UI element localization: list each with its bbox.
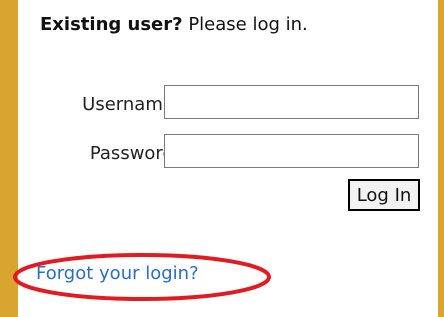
username-input[interactable] <box>164 85 419 119</box>
heading-rest: Please log in. <box>182 14 308 35</box>
login-heading: Existing user? Please log in. <box>40 14 308 35</box>
heading-bold: Existing user? <box>40 14 183 35</box>
login-panel: Existing user? Please log in. Username: … <box>18 0 438 317</box>
forgot-login-link[interactable]: Forgot your login? <box>36 263 199 284</box>
right-border <box>438 0 444 317</box>
left-border <box>0 0 18 317</box>
login-button[interactable]: Log In <box>348 179 420 211</box>
password-input[interactable] <box>164 134 419 168</box>
